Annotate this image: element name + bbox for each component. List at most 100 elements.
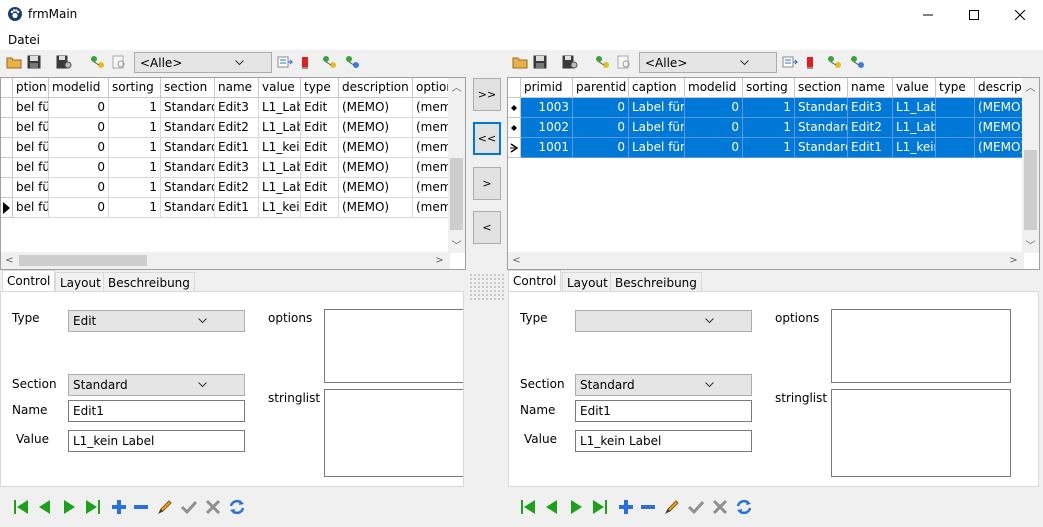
table-cell[interactable]: 0: [49, 178, 109, 198]
table-cell[interactable]: L1_keir: [259, 198, 301, 218]
open-folder-button[interactable]: [4, 52, 24, 72]
table-cell[interactable]: 1: [743, 118, 795, 138]
tree-button[interactable]: [88, 52, 108, 72]
table-row[interactable]: bel für01StandardEdit1L1_keirEdit(MEMO)(…: [1, 198, 465, 218]
row-indicator[interactable]: [1, 98, 13, 118]
table-cell[interactable]: L1_Lab: [893, 118, 936, 138]
refresh-button[interactable]: [226, 496, 248, 518]
table-cell[interactable]: (mem: [413, 178, 450, 198]
table-cell[interactable]: (MEMO): [339, 158, 413, 178]
vscroll-thumb[interactable]: [1024, 150, 1037, 230]
table-cell[interactable]: Edit1: [215, 198, 259, 218]
row-indicator[interactable]: [508, 138, 521, 158]
table-cell[interactable]: Label für: [629, 98, 685, 118]
header-primid[interactable]: primid: [521, 78, 573, 98]
type-select[interactable]: [575, 310, 752, 332]
options-memo[interactable]: [324, 309, 463, 383]
table-cell[interactable]: 0: [685, 138, 743, 158]
header-section[interactable]: section: [795, 78, 848, 98]
table-row[interactable]: bel für01StandardEdit1L1_keirEdit(MEMO)(…: [1, 138, 465, 158]
table-cell[interactable]: Edit3: [848, 98, 893, 118]
table-cell[interactable]: 1002: [521, 118, 573, 138]
table-cell[interactable]: (MEMO): [339, 178, 413, 198]
tree-expand-button[interactable]: [320, 52, 340, 72]
type-select[interactable]: Edit: [68, 310, 245, 332]
table-cell[interactable]: Edit: [301, 198, 339, 218]
table-row[interactable]: 1001 0 Label für 0 1 Standard Edit1 L1_keir (MEM…: [508, 138, 1039, 158]
save-button[interactable]: [24, 52, 44, 72]
table-cell[interactable]: Standard: [161, 198, 215, 218]
table-cell[interactable]: bel für: [13, 138, 49, 158]
left-grid-vscroll[interactable]: ︿ ﹀: [448, 78, 465, 253]
table-cell[interactable]: Edit2: [215, 118, 259, 138]
header-value[interactable]: value: [259, 78, 301, 98]
table-cell[interactable]: 0: [49, 98, 109, 118]
table-cell[interactable]: (mem: [413, 198, 450, 218]
last-record-button[interactable]: [589, 496, 611, 518]
header-modelid[interactable]: modelid: [49, 78, 109, 98]
stringlist-memo[interactable]: [324, 389, 463, 477]
table-cell[interactable]: [936, 118, 975, 138]
table-cell[interactable]: 0: [573, 98, 629, 118]
table-cell[interactable]: Edit3: [215, 158, 259, 178]
move-one-right-button[interactable]: >: [473, 167, 501, 200]
table-cell[interactable]: (mem: [413, 138, 450, 158]
table-cell[interactable]: (MEMO): [339, 198, 413, 218]
row-indicator[interactable]: [508, 98, 521, 118]
row-indicator[interactable]: [1, 198, 13, 218]
table-cell[interactable]: Edit: [301, 138, 339, 158]
table-cell[interactable]: (mem: [413, 118, 450, 138]
next-record-button[interactable]: [58, 496, 80, 518]
row-indicator[interactable]: [1, 118, 13, 138]
left-grid-hscroll[interactable]: < >: [1, 252, 450, 269]
table-cell[interactable]: L1_keir: [259, 138, 301, 158]
table-cell[interactable]: Standard: [161, 138, 215, 158]
table-cell[interactable]: 1: [743, 138, 795, 158]
table-cell[interactable]: [936, 138, 975, 158]
last-record-button[interactable]: [82, 496, 104, 518]
scroll-up-arrow[interactable]: ︿: [448, 78, 465, 95]
table-cell[interactable]: L1_Lab: [259, 98, 301, 118]
scroll-up-arrow[interactable]: ︿: [1022, 78, 1039, 95]
table-cell[interactable]: Standard: [161, 118, 215, 138]
tab-beschreibung[interactable]: Beschreibung: [610, 272, 702, 292]
table-cell[interactable]: (MEMO): [975, 98, 1023, 118]
table-cell[interactable]: 0: [685, 118, 743, 138]
table-cell[interactable]: Standard: [795, 98, 848, 118]
header-name[interactable]: name: [215, 78, 259, 98]
save-as-button[interactable]: [54, 52, 74, 72]
cancel-record-button[interactable]: [709, 496, 731, 518]
header-description[interactable]: descripti: [975, 78, 1023, 98]
table-cell[interactable]: L1_Lab: [893, 98, 936, 118]
table-cell[interactable]: 1001: [521, 138, 573, 158]
next-record-button[interactable]: [565, 496, 587, 518]
table-row[interactable]: 1002 0 Label für 0 1 Standard Edit2 L1_Lab (MEMO…: [508, 118, 1039, 138]
table-cell[interactable]: L1_Lab: [259, 118, 301, 138]
table-cell[interactable]: bel für: [13, 178, 49, 198]
right-grid-hscroll[interactable]: < >: [508, 252, 1024, 269]
delete-record-button[interactable]: [295, 52, 315, 72]
left-data-grid[interactable]: ption modelid sorting section name value…: [0, 77, 466, 270]
tree-collapse-button[interactable]: [848, 52, 868, 72]
table-cell[interactable]: Standard: [161, 98, 215, 118]
table-cell[interactable]: 1: [109, 198, 161, 218]
tab-beschreibung[interactable]: Beschreibung: [103, 272, 195, 292]
tree-expand-button[interactable]: [825, 52, 845, 72]
row-indicator[interactable]: [1, 158, 13, 178]
header-value[interactable]: value: [893, 78, 936, 98]
scroll-right-arrow[interactable]: >: [1005, 252, 1022, 269]
value-input[interactable]: L1_kein Label: [575, 430, 752, 452]
table-cell[interactable]: Edit: [301, 158, 339, 178]
scroll-down-arrow[interactable]: ﹀: [1022, 236, 1039, 253]
table-cell[interactable]: L1_Lab: [259, 158, 301, 178]
value-input[interactable]: L1_kein Label: [68, 430, 245, 452]
refresh-button[interactable]: [733, 496, 755, 518]
move-all-left-button[interactable]: <<: [473, 122, 501, 155]
table-cell[interactable]: bel für: [13, 118, 49, 138]
table-cell[interactable]: Edit2: [848, 118, 893, 138]
menu-datei[interactable]: Datei: [8, 33, 40, 47]
edit-record-button[interactable]: [661, 496, 683, 518]
insert-record-button[interactable]: [108, 496, 130, 518]
stringlist-memo[interactable]: [831, 389, 1011, 477]
header-sorting[interactable]: sorting: [109, 78, 161, 98]
